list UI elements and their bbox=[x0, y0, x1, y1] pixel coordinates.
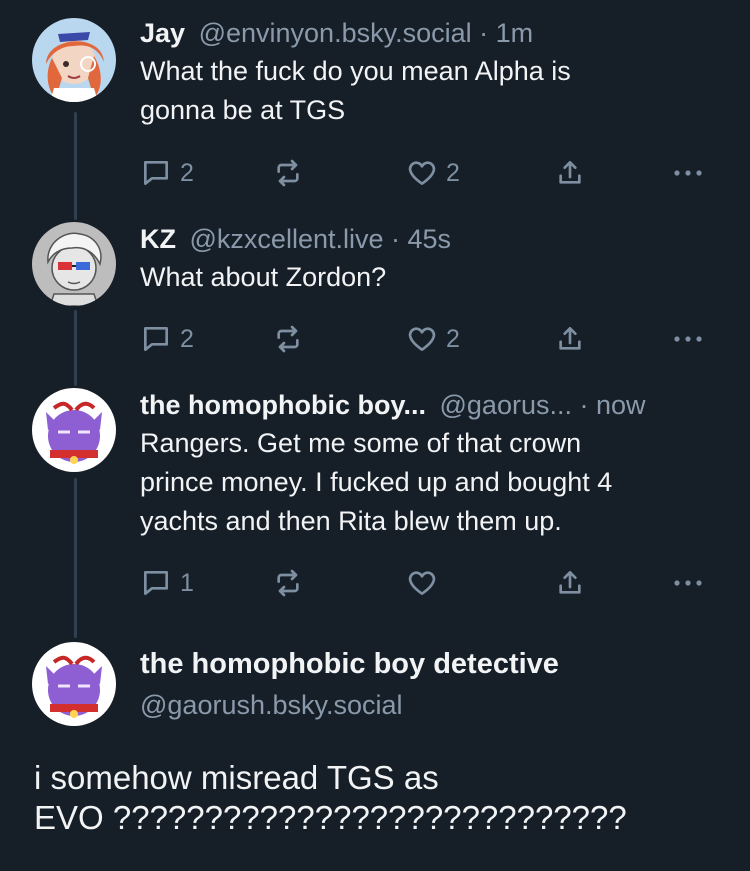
share-button[interactable] bbox=[554, 566, 586, 600]
repost-icon bbox=[277, 569, 299, 597]
reply-icon bbox=[144, 327, 168, 351]
avatar[interactable] bbox=[32, 388, 116, 472]
repost-icon bbox=[277, 325, 299, 353]
like-button[interactable]: 2 bbox=[406, 156, 460, 190]
post-text-line: prince money. I fucked up and bought 4 bbox=[140, 467, 613, 497]
avatar-image bbox=[32, 222, 116, 306]
reply-count: 1 bbox=[180, 568, 194, 597]
post-text-line: i somehow misread TGS as bbox=[34, 759, 439, 796]
repost-icon bbox=[277, 159, 299, 187]
thread-line bbox=[74, 112, 77, 220]
thread-line bbox=[74, 310, 77, 386]
post-text-line: gonna be at TGS bbox=[140, 95, 346, 125]
share-button[interactable] bbox=[554, 322, 586, 356]
author-handle[interactable]: @envinyon.bsky.social bbox=[199, 18, 472, 48]
reply-button[interactable]: 1 bbox=[140, 566, 194, 600]
more-button[interactable] bbox=[670, 566, 706, 600]
post-actions: 2 2 bbox=[140, 322, 720, 356]
avatar-image bbox=[32, 18, 116, 102]
like-button[interactable] bbox=[406, 566, 446, 600]
post-meta: KZ @kzxcellent.live · 45s bbox=[140, 222, 722, 256]
reply-icon bbox=[144, 161, 168, 185]
author-name[interactable]: KZ bbox=[140, 224, 176, 254]
post-text-line: What the fuck do you mean Alpha is bbox=[140, 56, 571, 86]
like-count: 2 bbox=[446, 158, 460, 187]
repost-button[interactable] bbox=[272, 156, 304, 190]
author-handle[interactable]: @kzxcellent.live bbox=[190, 224, 384, 254]
avatar[interactable] bbox=[32, 18, 116, 102]
share-icon bbox=[559, 571, 581, 594]
author-handle[interactable]: @gaorus... bbox=[440, 390, 572, 420]
meta-separator: · bbox=[383, 224, 408, 254]
author-name[interactable]: the homophobic boy... bbox=[140, 390, 426, 420]
thread-line bbox=[74, 478, 77, 638]
more-button[interactable] bbox=[670, 156, 706, 190]
post-actions: 2 2 bbox=[140, 156, 720, 190]
repost-button[interactable] bbox=[272, 322, 304, 356]
post-meta: Jay @envinyon.bsky.social · 1m bbox=[140, 16, 722, 50]
post-text-line: yachts and then Rita blew them up. bbox=[140, 506, 562, 536]
post-time[interactable]: 45s bbox=[408, 224, 452, 254]
avatar-image bbox=[32, 388, 116, 472]
like-icon bbox=[408, 161, 436, 185]
reply-count: 2 bbox=[180, 158, 194, 187]
post-text: What about Zordon? bbox=[140, 258, 722, 297]
post-meta: the homophobic boy... @gaorus... · now bbox=[140, 388, 722, 422]
reply-count: 2 bbox=[180, 324, 194, 353]
post-text-line: What about Zordon? bbox=[140, 262, 387, 292]
avatar[interactable] bbox=[32, 642, 116, 726]
like-icon bbox=[408, 571, 436, 595]
avatar[interactable] bbox=[32, 222, 116, 306]
post-text: Rangers. Get me some of that crown princ… bbox=[140, 424, 722, 541]
more-icon bbox=[674, 170, 702, 176]
post-actions: 1 bbox=[140, 566, 720, 600]
more-icon bbox=[674, 580, 702, 586]
share-button[interactable] bbox=[554, 156, 586, 190]
post-text-line: EVO ???????????????????????????? bbox=[34, 799, 627, 836]
like-icon bbox=[408, 327, 436, 351]
avatar-image bbox=[32, 642, 116, 726]
like-count: 2 bbox=[446, 324, 460, 353]
post-time[interactable]: 1m bbox=[496, 18, 534, 48]
post-time[interactable]: now bbox=[596, 390, 646, 420]
post-text: i somehow misread TGS as EVO ???????????… bbox=[34, 758, 724, 838]
meta-separator: · bbox=[571, 390, 596, 420]
share-icon bbox=[559, 327, 581, 350]
share-icon bbox=[559, 161, 581, 184]
reply-icon bbox=[144, 571, 168, 595]
post-text-line: Rangers. Get me some of that crown bbox=[140, 428, 582, 458]
like-button[interactable]: 2 bbox=[406, 322, 460, 356]
more-icon bbox=[674, 336, 702, 342]
reply-button[interactable]: 2 bbox=[140, 156, 194, 190]
more-button[interactable] bbox=[670, 322, 706, 356]
meta-separator: · bbox=[471, 18, 496, 48]
author-handle[interactable]: @gaorush.bsky.social bbox=[140, 688, 722, 722]
author-name[interactable]: Jay bbox=[140, 18, 185, 48]
reply-button[interactable]: 2 bbox=[140, 322, 194, 356]
post-text: What the fuck do you mean Alpha is gonna… bbox=[140, 52, 722, 130]
repost-button[interactable] bbox=[272, 566, 304, 600]
author-name[interactable]: the homophobic boy detective bbox=[140, 646, 722, 682]
